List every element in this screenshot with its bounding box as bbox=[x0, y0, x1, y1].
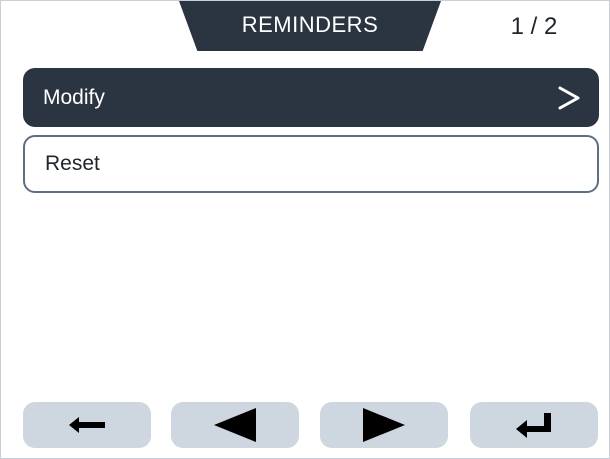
next-button[interactable] bbox=[320, 402, 448, 448]
menu-item-reset[interactable]: Reset bbox=[23, 135, 599, 193]
menu-item-modify[interactable]: Modify bbox=[23, 68, 599, 127]
page-title: REMINDERS bbox=[241, 12, 379, 37]
triangle-left-icon bbox=[211, 406, 259, 444]
arrow-left-icon bbox=[66, 413, 108, 437]
menu-item-label: Reset bbox=[45, 152, 100, 175]
chevron-right-icon bbox=[555, 83, 583, 113]
previous-button[interactable] bbox=[171, 402, 299, 448]
title-tab: REMINDERS bbox=[179, 1, 441, 51]
page-indicator: 1 / 2 bbox=[510, 13, 558, 40]
back-button[interactable] bbox=[23, 402, 151, 448]
return-arrow-icon bbox=[513, 410, 555, 440]
enter-button[interactable] bbox=[470, 402, 598, 448]
reminders-screen: REMINDERS 1 / 2 Modify Reset bbox=[0, 0, 610, 459]
triangle-right-icon bbox=[360, 406, 408, 444]
menu-item-label: Modify bbox=[43, 85, 105, 109]
